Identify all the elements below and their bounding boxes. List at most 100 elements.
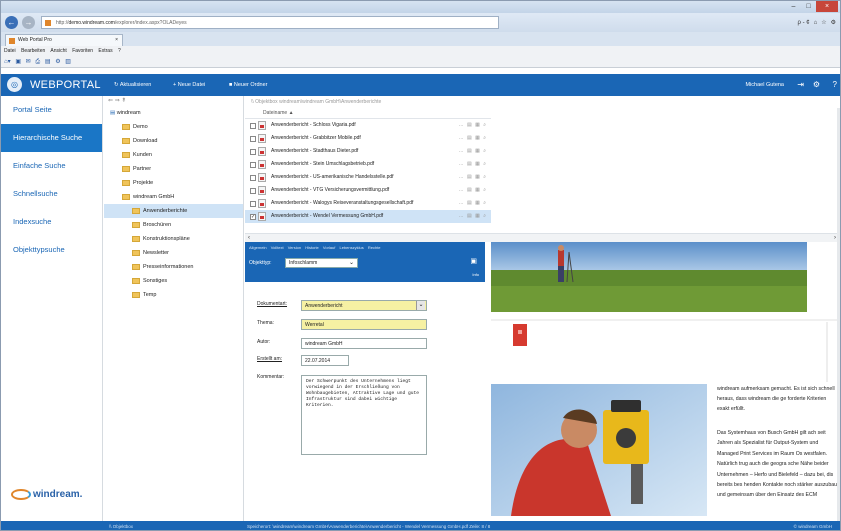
save-icon[interactable]: ▣ <box>470 257 477 265</box>
row-actions[interactable]: … ▤ ▦ ⌕ <box>459 158 487 171</box>
back-button[interactable]: ← <box>5 16 18 29</box>
tab-fulltext[interactable]: Volltext <box>271 245 284 250</box>
address-bar[interactable]: http://demo.windream.com/explorer/index.… <box>41 16 499 29</box>
tab-close-icon[interactable]: × <box>115 35 118 46</box>
row-actions[interactable]: … ▤ ▦ ⌕ <box>459 132 487 145</box>
tab-version[interactable]: Version <box>288 245 301 250</box>
new-folder-button[interactable]: ■ Neuer Ordner <box>229 82 268 88</box>
tab-lifecycle[interactable]: Lebenszyklus <box>339 245 363 250</box>
menu-favoriten[interactable]: Favoriten <box>72 48 93 54</box>
favorites-star-icon[interactable]: ☆ <box>821 19 826 26</box>
info-link[interactable]: Info <box>472 272 479 277</box>
row-actions[interactable]: … ▤ ▦ ⌕ <box>459 197 487 210</box>
tree-root[interactable]: ▤ windream <box>104 106 243 120</box>
tree-node[interactable]: Presseinformationen <box>104 260 243 274</box>
tree-node[interactable]: Kunden <box>104 148 243 162</box>
author-field[interactable]: windream GmbH <box>301 338 427 349</box>
row-checkbox[interactable] <box>250 136 256 142</box>
horizontal-scrollbar[interactable]: ‹ › <box>245 233 840 242</box>
created-date-field[interactable]: 22.07.2014 <box>301 355 349 366</box>
vertical-scrollbar[interactable] <box>837 108 840 521</box>
mail-icon[interactable]: ✉ <box>26 59 31 65</box>
settings-gear-icon[interactable]: ⚙ <box>831 19 836 26</box>
help-icon[interactable]: ? <box>833 80 837 89</box>
forward-button[interactable]: → <box>22 16 35 29</box>
row-checkbox-checked[interactable]: ✓ <box>250 214 256 220</box>
sidebar-item-portal[interactable]: Portal Seite <box>1 96 102 124</box>
menu-ansicht[interactable]: Ansicht <box>50 48 66 54</box>
sidebar-item-objecttype-search[interactable]: Objekttypsuche <box>1 236 102 264</box>
safety-icon[interactable]: ⚙ <box>55 59 60 65</box>
tree-node[interactable]: Newsletter <box>104 246 243 260</box>
table-row[interactable]: Anwenderbericht - VTG Versicherungsvermi… <box>245 184 491 197</box>
tree-node[interactable]: Projekte <box>104 176 243 190</box>
menu-datei[interactable]: Datei <box>4 48 16 54</box>
tree-forward-icon[interactable]: ⇒ <box>115 98 120 104</box>
tab-preview[interactable]: Vorlauf <box>323 245 335 250</box>
tree-node[interactable]: Broschüren <box>104 218 243 232</box>
table-row[interactable]: Anwenderbericht - Grabbitzer Mobile.pdf …… <box>245 132 491 145</box>
menu-extras[interactable]: Extras <box>98 48 112 54</box>
tree-back-icon[interactable]: ⇐ <box>108 98 113 104</box>
user-name[interactable]: Michael Gutena <box>745 82 784 88</box>
row-actions[interactable]: … ▤ ▦ ⌕ <box>459 145 487 158</box>
row-checkbox[interactable] <box>250 162 256 168</box>
home-cmd-icon[interactable]: ⌂▾ <box>4 59 11 65</box>
row-checkbox[interactable] <box>250 149 256 155</box>
table-row[interactable]: Anwenderbericht - Walogys Reiseveranstal… <box>245 197 491 210</box>
page-icon[interactable]: ▤ <box>45 59 51 65</box>
minimize-icon[interactable]: – <box>786 1 801 12</box>
topic-field[interactable]: Werretal <box>301 319 427 330</box>
settings-icon[interactable]: ⚙ <box>813 80 820 89</box>
row-checkbox[interactable] <box>250 201 256 207</box>
tree-node-selected[interactable]: Anwenderberichte <box>104 204 243 218</box>
row-actions[interactable]: … ▤ ▦ ⌕ <box>459 184 487 197</box>
tab-general[interactable]: Allgemein <box>249 245 267 250</box>
tree-node[interactable]: Konstruktionspläne <box>104 232 243 246</box>
table-row[interactable]: Anwenderbericht - Schloss Vigaria.pdf … ▤… <box>245 119 491 132</box>
sidebar-item-simple-search[interactable]: Einfache Suche <box>1 152 102 180</box>
feeds-icon[interactable]: ▣ <box>15 59 21 65</box>
table-row[interactable]: Anwenderbericht - Stadthaus Dieter.pdf … … <box>245 145 491 158</box>
tree-node[interactable]: Download <box>104 134 243 148</box>
objtype-select[interactable]: Infoschlamm ⌄ <box>285 258 358 268</box>
remarks-textarea[interactable]: Der Schwerpunkt des Unternehmens liegt v… <box>301 375 427 455</box>
new-file-button[interactable]: + Neue Datei <box>173 82 205 88</box>
tree-node[interactable]: Partner <box>104 162 243 176</box>
table-row[interactable]: Anwenderbericht - US-amerikanische Hande… <box>245 171 491 184</box>
row-checkbox[interactable] <box>250 175 256 181</box>
row-checkbox[interactable] <box>250 123 256 129</box>
tree-node[interactable]: Demo <box>104 120 243 134</box>
tree-node[interactable]: Temp <box>104 288 243 302</box>
column-filename[interactable]: Dateiname <box>263 110 287 116</box>
print-icon[interactable]: ⎙ <box>35 59 40 65</box>
tree-node[interactable]: Sonstiges <box>104 274 243 288</box>
row-actions[interactable]: … ▤ ▦ ⌕ <box>459 171 487 184</box>
table-row[interactable]: Anwenderbericht - Stein Umschlagsbetrieb… <box>245 158 491 171</box>
document-preview[interactable]: windream aufmerksam gemacht. Es ist sich… <box>491 242 840 521</box>
sidebar-item-index-search[interactable]: Indexsuche <box>1 208 102 236</box>
tree-node[interactable]: windream GmbH <box>104 190 243 204</box>
row-actions[interactable]: … ▤ ▦ ⌕ <box>459 210 487 223</box>
close-icon[interactable]: × <box>816 1 838 12</box>
sort-asc-icon[interactable]: ▲ <box>289 110 294 116</box>
search-refresh-control[interactable]: ρ - ¢ <box>798 20 810 26</box>
tab-rights[interactable]: Rechte <box>368 245 381 250</box>
refresh-button[interactable]: ↻ Aktualisieren <box>114 82 151 88</box>
url-domain: demo.windream.com <box>68 20 115 26</box>
tools-icon[interactable]: ▥ <box>65 59 71 65</box>
menu-bearbeiten[interactable]: Bearbeiten <box>21 48 45 54</box>
tree-up-icon[interactable]: ↟ <box>121 98 126 104</box>
doctype-select[interactable]: Anwenderbericht ⌄ <box>301 300 427 311</box>
sidebar-item-hierarchical-search[interactable]: Hierarchische Suche <box>1 124 102 152</box>
table-row-selected[interactable]: ✓ Anwenderbericht - Wendel Vermessung Gmb… <box>245 210 491 223</box>
row-checkbox[interactable] <box>250 188 256 194</box>
home-icon[interactable]: ⌂ <box>814 20 818 26</box>
logout-icon[interactable]: ⇥ <box>797 80 804 89</box>
sidebar-item-quick-search[interactable]: Schnellsuche <box>1 180 102 208</box>
menu-help[interactable]: ? <box>118 48 121 54</box>
browser-tab[interactable]: Web Portal Pro × <box>5 34 123 46</box>
tab-history[interactable]: Historie <box>305 245 319 250</box>
maximize-icon[interactable]: □ <box>801 1 816 12</box>
row-actions[interactable]: … ▤ ▦ ⌕ <box>459 119 487 132</box>
